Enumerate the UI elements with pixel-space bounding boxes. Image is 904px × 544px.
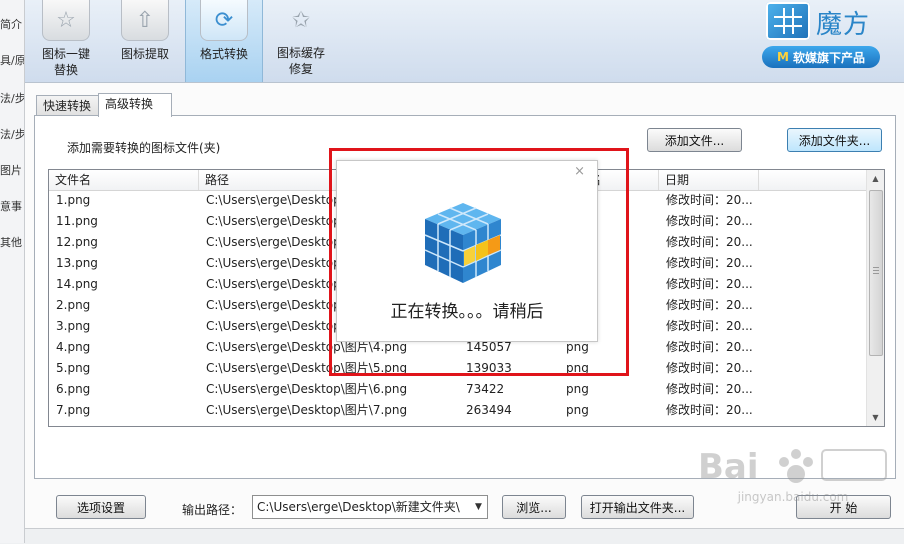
cell-name: 6.png — [56, 382, 91, 396]
left-nav-strip: 简介 具/原 法/步 法/步 图片 意事 其他 — [0, 0, 25, 543]
tool-format-convert[interactable]: ⟳ 格式转换 — [185, 0, 263, 82]
tool-label: 图标提取 — [120, 47, 169, 61]
cell-date: 修改时间：20... — [666, 214, 753, 228]
cell-date: 修改时间：20... — [666, 277, 753, 291]
status-bar — [0, 528, 904, 544]
cell-date: 修改时间：20... — [666, 298, 753, 312]
tool-icon-replace[interactable]: ☆ 图标一键 替换 — [28, 0, 104, 82]
baidu-jingyan-watermark: Bai jingyan.baidu.com — [688, 440, 898, 522]
refresh-icon: ⟳ — [200, 0, 248, 41]
add-file-button[interactable]: 添加文件... — [647, 128, 742, 152]
output-path-label: 输出路径： — [182, 503, 243, 517]
open-output-folder-button[interactable]: 打开输出文件夹... — [581, 495, 694, 519]
left-nav-item[interactable]: 具/原 — [0, 52, 24, 68]
table-row[interactable]: 7.png C:\Users\erge\Desktop\图片\7.png 26349… — [49, 400, 867, 421]
up-arrow-icon: ⇧ — [121, 0, 169, 41]
cell-date: 修改时间：20... — [666, 382, 753, 396]
brand-logo: 魔方 M 软媒旗下产品 — [762, 0, 884, 72]
cell-name: 13.png — [56, 256, 98, 270]
cell-name: 11.png — [56, 214, 98, 228]
tool-cache-repair[interactable]: ✩ 图标缓存 修复 — [263, 0, 339, 82]
watermark-url: jingyan.baidu.com — [737, 490, 849, 504]
star-repair-icon: ✩ — [291, 7, 311, 33]
highlight-annotation-box — [329, 148, 629, 376]
column-header-date[interactable]: 日期 — [659, 170, 759, 190]
cell-name: 7.png — [56, 403, 91, 417]
cell-date: 修改时间：20... — [666, 403, 753, 417]
cell-name: 4.png — [56, 340, 91, 354]
cell-name: 2.png — [56, 298, 91, 312]
list-scrollbar[interactable]: ▲ ▼ — [866, 170, 884, 426]
cell-path: C:\Users\erge\Desktop\图片\7.png — [206, 403, 408, 417]
tool-label: 图标缓存 修复 — [276, 46, 325, 76]
chevron-down-icon[interactable]: ▼ — [470, 496, 487, 518]
browse-button[interactable]: 浏览... — [502, 495, 566, 519]
options-button[interactable]: 选项设置 — [56, 495, 146, 519]
left-nav-item[interactable]: 其他 — [0, 234, 24, 250]
tool-icon-extract[interactable]: ⇧ 图标提取 — [107, 0, 183, 82]
cell-format: png — [566, 382, 589, 396]
left-nav-item[interactable]: 意事 — [0, 198, 24, 214]
cell-name: 3.png — [56, 319, 91, 333]
scroll-thumb[interactable] — [869, 190, 883, 356]
brand-name: 魔方 — [816, 10, 871, 40]
baidu-paw-logo: Bai — [698, 447, 887, 487]
cell-format: png — [566, 403, 589, 417]
tab-advanced-convert[interactable]: 高级转换 — [98, 93, 172, 117]
cell-date: 修改时间：20... — [666, 256, 753, 270]
cell-date: 修改时间：20... — [666, 235, 753, 249]
cube-logo-icon — [766, 2, 810, 40]
add-folder-button[interactable]: 添加文件夹... — [787, 128, 882, 152]
column-header-name[interactable]: 文件名 — [49, 170, 199, 190]
left-nav-item[interactable]: 法/步 — [0, 126, 24, 142]
brand-badge-text: 软媒旗下产品 — [792, 50, 865, 65]
left-nav-item[interactable]: 图片 — [0, 162, 24, 178]
cell-size: 73422 — [466, 382, 505, 396]
cell-date: 修改时间：20... — [666, 319, 753, 333]
svg-text:Bai: Bai — [698, 447, 759, 487]
brand-badge[interactable]: M 软媒旗下产品 — [762, 46, 880, 68]
cell-name: 12.png — [56, 235, 98, 249]
left-nav-item[interactable]: 简介 — [0, 16, 24, 32]
tool-label: 图标一键 替换 — [41, 47, 90, 77]
output-path-combo[interactable]: C:\Users\erge\Desktop\新建文件夹\ ▼ — [252, 495, 488, 519]
table-row[interactable]: 6.png C:\Users\erge\Desktop\图片\6.png 73422… — [49, 379, 867, 400]
cell-date: 修改时间：20... — [666, 361, 753, 375]
cell-size: 263494 — [466, 403, 512, 417]
left-nav-item[interactable]: 法/步 — [0, 90, 24, 106]
tool-label: 格式转换 — [199, 47, 248, 61]
star-frame-icon: ☆ — [42, 0, 90, 41]
cell-name: 14.png — [56, 277, 98, 291]
scroll-down-icon[interactable]: ▼ — [867, 409, 884, 426]
cell-date: 修改时间：20... — [666, 340, 753, 354]
file-hint-label: 添加需要转换的图标文件(夹) — [67, 141, 221, 155]
top-toolbar: ☆ 图标一键 替换 ⇧ 图标提取 ⟳ 格式转换 ✩ 图标缓存 修复 魔方 M 软… — [0, 0, 904, 82]
cell-name: 1.png — [56, 193, 91, 207]
scroll-up-icon[interactable]: ▲ — [867, 170, 884, 187]
cell-path: C:\Users\erge\Desktop\图片\6.png — [206, 382, 408, 396]
cell-date: 修改时间：20... — [666, 193, 753, 207]
brand-m-icon: M — [777, 50, 789, 64]
output-path-value: C:\Users\erge\Desktop\新建文件夹\ — [257, 500, 460, 514]
cell-name: 5.png — [56, 361, 91, 375]
